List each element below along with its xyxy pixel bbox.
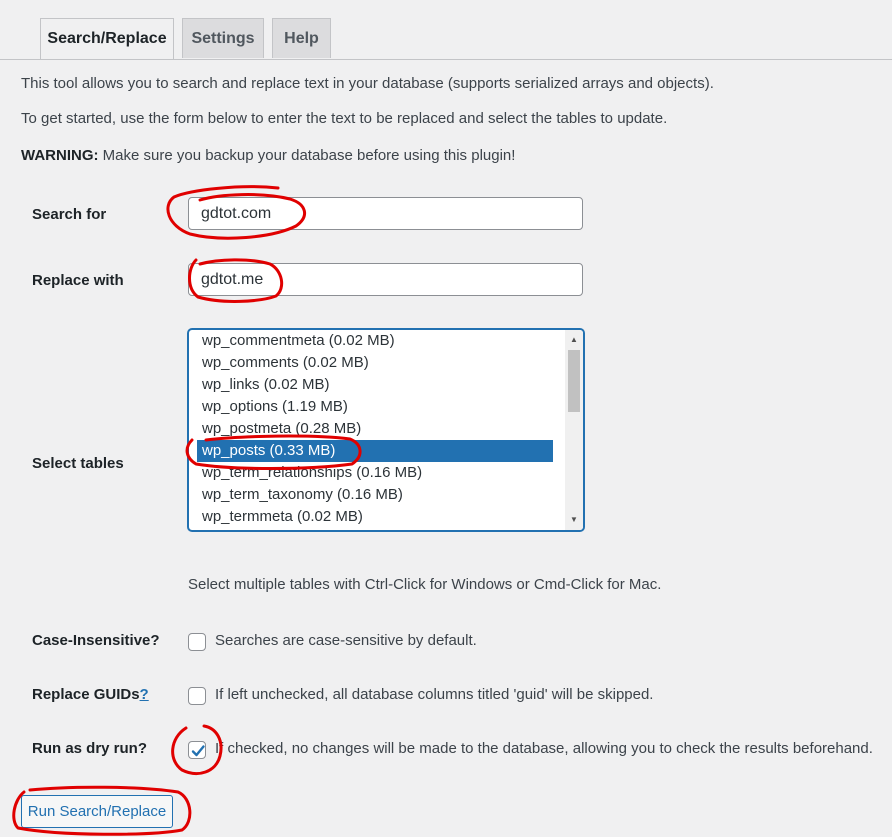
case-insensitive-description: Searches are case-sensitive by default.	[215, 632, 477, 649]
tab-settings[interactable]: Settings	[182, 18, 264, 58]
tables-scrollbar[interactable]: ▲ ▼	[565, 330, 583, 530]
tables-list: wp_commentmeta (0.02 MB) wp_comments (0.…	[197, 330, 553, 528]
scroll-up-icon[interactable]: ▲	[565, 332, 583, 348]
tables-hint: Select multiple tables with Ctrl-Click f…	[188, 576, 662, 593]
dry-run-description: If checked, no changes will be made to t…	[215, 740, 873, 757]
dry-run-checkbox[interactable]	[188, 741, 206, 759]
plugin-page: Search/Replace Settings Help This tool a…	[0, 0, 892, 837]
table-option-commentmeta[interactable]: wp_commentmeta (0.02 MB)	[197, 330, 553, 352]
tab-search-replace[interactable]: Search/Replace	[40, 18, 174, 59]
tab-bar: Search/Replace Settings Help	[0, 18, 892, 60]
dry-run-label: Run as dry run?	[32, 740, 148, 757]
case-insensitive-label: Case-Insensitive?	[32, 632, 160, 649]
table-option-postmeta[interactable]: wp_postmeta (0.28 MB)	[197, 418, 553, 440]
tables-select[interactable]: wp_commentmeta (0.02 MB) wp_comments (0.…	[188, 329, 584, 531]
warning-text: Make sure you backup your database befor…	[98, 147, 516, 164]
tab-help[interactable]: Help	[272, 18, 331, 58]
table-option-term-relationships[interactable]: wp_term_relationships (0.16 MB)	[197, 462, 553, 484]
run-search-replace-button[interactable]: Run Search/Replace	[21, 795, 173, 828]
scroll-thumb[interactable]	[568, 350, 580, 412]
select-tables-label: Select tables	[32, 455, 124, 472]
checkmark-icon	[191, 745, 205, 757]
table-option-term-taxonomy[interactable]: wp_term_taxonomy (0.16 MB)	[197, 484, 553, 506]
warning-notice: WARNING: Make sure you backup your datab…	[21, 147, 515, 164]
intro-description: This tool allows you to search and repla…	[21, 75, 714, 92]
search-input[interactable]	[188, 197, 583, 230]
replace-guids-description: If left unchecked, all database columns …	[215, 686, 654, 703]
replace-guids-label: Replace GUIDs?	[32, 686, 149, 703]
intro-instructions: To get started, use the form below to en…	[21, 110, 668, 127]
table-option-comments[interactable]: wp_comments (0.02 MB)	[197, 352, 553, 374]
replace-guids-label-text: Replace GUIDs	[32, 686, 140, 703]
replace-with-label: Replace with	[32, 272, 124, 289]
search-for-label: Search for	[32, 206, 107, 223]
guid-help-link[interactable]: ?	[140, 686, 149, 703]
replace-guids-checkbox[interactable]	[188, 687, 206, 705]
table-option-links[interactable]: wp_links (0.02 MB)	[197, 374, 553, 396]
scroll-down-icon[interactable]: ▼	[565, 512, 583, 528]
warning-label: WARNING:	[21, 147, 99, 164]
table-option-posts[interactable]: wp_posts (0.33 MB)	[197, 440, 553, 462]
replace-input[interactable]	[188, 263, 583, 296]
table-option-termmeta[interactable]: wp_termmeta (0.02 MB)	[197, 506, 553, 528]
table-option-options[interactable]: wp_options (1.19 MB)	[197, 396, 553, 418]
case-insensitive-checkbox[interactable]	[188, 633, 206, 651]
